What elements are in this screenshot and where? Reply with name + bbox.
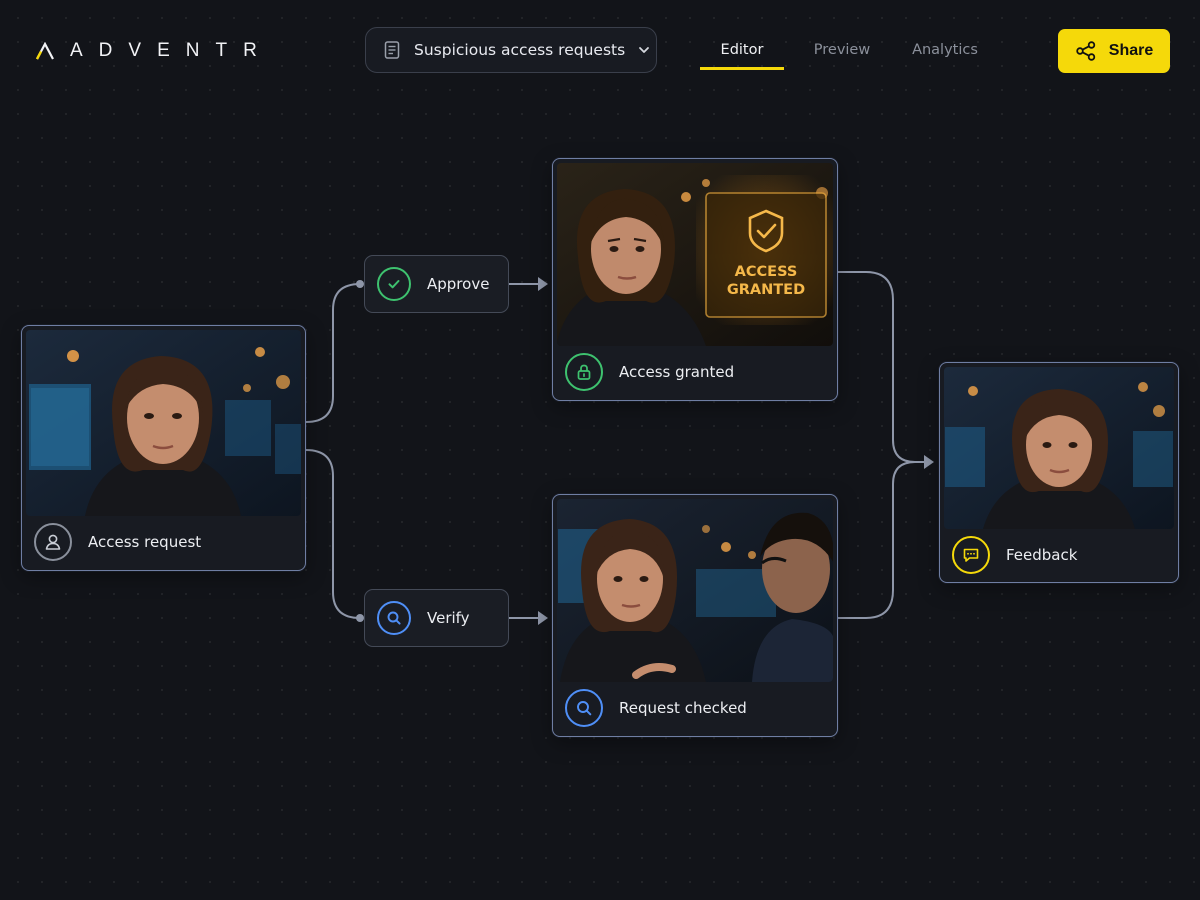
- node-footer: Request checked: [553, 680, 837, 736]
- node-footer: Access granted: [553, 344, 837, 400]
- brand-logo[interactable]: ADVENTR: [36, 38, 273, 64]
- tab-editor[interactable]: Editor: [700, 30, 784, 70]
- chat-bubble-icon: [963, 548, 979, 562]
- badge-lock: [565, 353, 603, 391]
- share-button[interactable]: Share: [1058, 29, 1170, 73]
- node-label: Access request: [88, 533, 202, 551]
- node-footer: Access request: [22, 514, 305, 570]
- badge-feedback: [952, 535, 990, 574]
- node-thumbnail: ACCESS GRANTED: [557, 163, 833, 346]
- connector-granted-feedback: [838, 271, 924, 463]
- choice-approve[interactable]: Approve: [364, 255, 509, 313]
- node-thumbnail: [26, 330, 301, 516]
- tab-preview[interactable]: Preview: [784, 30, 900, 70]
- woman-verification-image: [557, 499, 833, 682]
- connector-dot-approve: [356, 280, 364, 288]
- node-thumbnail: [944, 367, 1174, 529]
- user-icon: [45, 534, 61, 550]
- woman-portrait-image: [26, 330, 301, 516]
- share-label: Share: [1108, 42, 1154, 59]
- search-icon: [387, 611, 401, 625]
- node-thumbnail: [557, 499, 833, 682]
- badge-approve: [377, 267, 411, 301]
- badge-search: [565, 689, 603, 727]
- logo-mark-icon: [36, 42, 54, 60]
- arrow-head-checked: [538, 611, 548, 625]
- node-label: Request checked: [619, 699, 747, 717]
- chevron-down-icon: [639, 47, 650, 53]
- document-icon: [384, 41, 400, 59]
- node-request-checked[interactable]: Request checked: [552, 494, 838, 737]
- screen-text-access: ACCESS: [735, 264, 798, 280]
- node-access-granted[interactable]: ACCESS GRANTED Access granted: [552, 158, 838, 401]
- flow-selector[interactable]: Suspicious access requests: [365, 27, 657, 73]
- flow-title: Suspicious access requests: [414, 41, 626, 59]
- choice-verify[interactable]: Verify: [364, 589, 509, 647]
- node-label: Feedback: [1006, 545, 1078, 564]
- badge-user: [34, 523, 72, 561]
- share-icon: [1076, 41, 1095, 61]
- badge-verify: [377, 601, 411, 635]
- view-tabs: Editor Preview Analytics: [700, 30, 990, 70]
- connector-request-verify: [305, 449, 361, 619]
- node-feedback[interactable]: Feedback: [939, 362, 1179, 583]
- woman-access-granted-image: ACCESS GRANTED: [557, 163, 833, 346]
- node-label: Access granted: [619, 363, 735, 381]
- node-footer: Feedback: [940, 527, 1178, 582]
- screen-text-granted: GRANTED: [727, 282, 805, 298]
- brand-name: ADVENTR: [70, 40, 273, 61]
- choice-label: Approve: [427, 275, 490, 293]
- arrow-head-feedback: [924, 455, 934, 469]
- check-icon: [388, 280, 400, 289]
- connector-checked-feedback: [838, 461, 916, 619]
- choice-label: Verify: [427, 609, 470, 627]
- node-access-request[interactable]: Access request: [21, 325, 306, 571]
- connector-dot-verify: [356, 614, 364, 622]
- tab-analytics[interactable]: Analytics: [900, 30, 990, 70]
- arrow-head-granted: [538, 277, 548, 291]
- connector-request-approve: [305, 283, 361, 423]
- lock-icon: [577, 364, 591, 380]
- woman-feedback-image: [944, 367, 1174, 529]
- search-icon: [577, 701, 592, 716]
